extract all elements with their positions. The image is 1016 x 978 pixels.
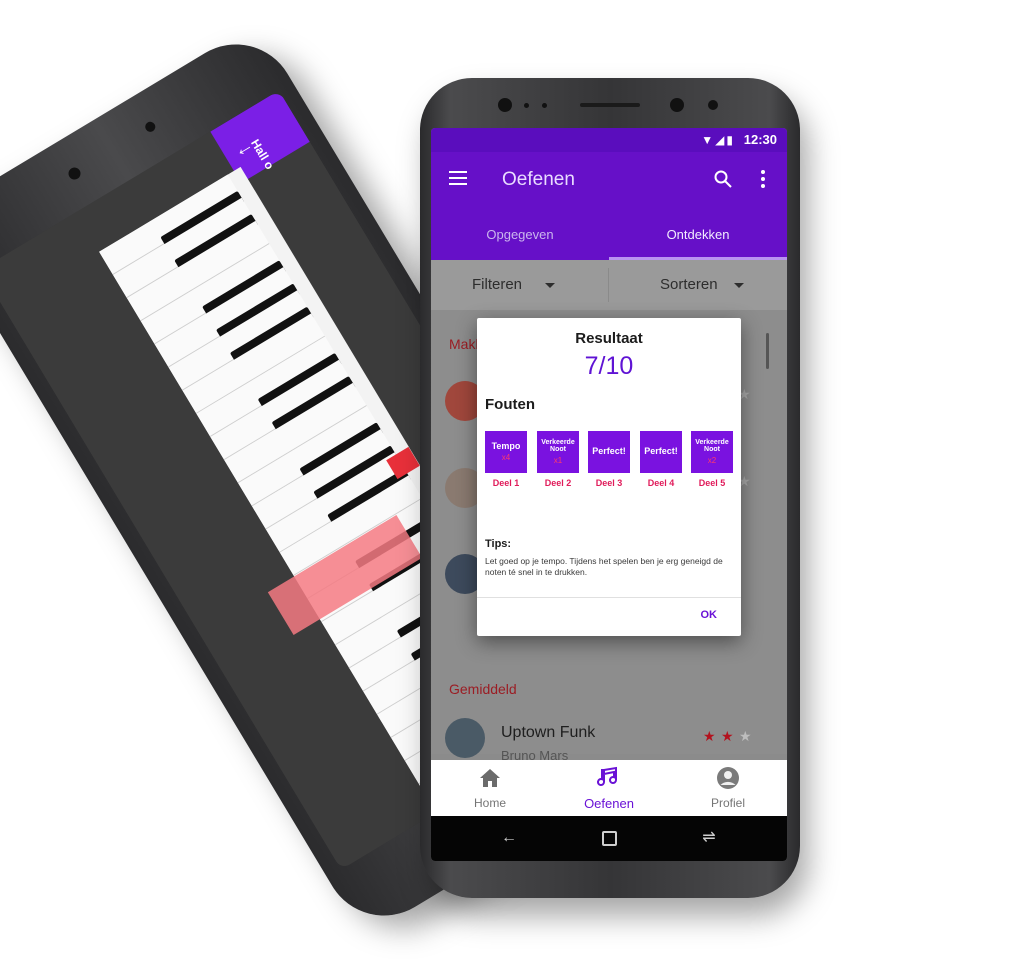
part-name: Deel 3 xyxy=(595,478,623,488)
part-result-3[interactable]: Perfect! Deel 3 xyxy=(588,431,630,488)
sensor-dot xyxy=(524,103,529,108)
front-phone: ▼◢▮ 12:30 Oefenen Opgegeven Ontdekken Fi… xyxy=(420,78,800,898)
front-camera xyxy=(498,98,512,112)
part-name: Deel 2 xyxy=(544,478,572,488)
iris-scanner xyxy=(670,98,684,112)
menu-icon[interactable] xyxy=(449,171,467,185)
phone-top-bezel xyxy=(420,78,800,128)
nav-item-home[interactable]: Home xyxy=(431,760,549,816)
star-icon: ★ xyxy=(703,728,716,744)
part-label: Perfect! xyxy=(592,446,626,457)
avatar xyxy=(445,718,485,758)
music-note-icon xyxy=(597,766,618,786)
nav-item-oefenen[interactable]: Oefenen xyxy=(550,760,668,816)
chevron-down-icon xyxy=(545,283,555,288)
star-icon: ★ xyxy=(721,728,734,744)
system-nav-bar: ← ⇌ xyxy=(431,816,787,861)
tab-opgegeven[interactable]: Opgegeven xyxy=(431,208,609,260)
section-header-medium: Gemiddeld xyxy=(449,681,517,697)
errors-heading: Fouten xyxy=(485,396,535,413)
home-icon xyxy=(480,769,500,787)
ok-button[interactable]: OK xyxy=(701,609,718,621)
more-vert-icon[interactable] xyxy=(760,170,766,190)
dialog-divider xyxy=(477,597,741,598)
filter-bar: Filteren Sorteren xyxy=(431,260,787,310)
piano-keyboard-layer xyxy=(0,0,460,900)
filter-label: Filteren xyxy=(472,276,523,293)
part-result-1[interactable]: Tempo x4 Deel 1 xyxy=(485,431,527,488)
status-time: 12:30 xyxy=(743,132,777,147)
part-label: Verkeerde Noot xyxy=(541,438,575,454)
scrollbar[interactable] xyxy=(766,333,769,369)
part-result-4[interactable]: Perfect! Deel 4 xyxy=(640,431,682,488)
app-bar: Oefenen xyxy=(431,152,787,208)
song-title: Uptown Funk xyxy=(501,724,596,741)
status-bar: ▼◢▮ 12:30 xyxy=(431,128,787,152)
part-name: Deel 5 xyxy=(698,478,726,488)
part-result-2[interactable]: Verkeerde Noot x1 Deel 2 xyxy=(537,431,579,488)
chevron-down-icon xyxy=(734,283,744,288)
part-count: x4 xyxy=(501,453,511,463)
star-icon: ★ xyxy=(739,728,752,744)
part-count: x1 xyxy=(553,455,563,465)
page-title: Oefenen xyxy=(502,169,575,190)
status-icons: ▼◢▮ xyxy=(701,133,735,147)
earpiece xyxy=(580,103,640,107)
profile-icon xyxy=(717,767,739,789)
back-icon[interactable]: ← xyxy=(499,828,519,848)
part-label: Tempo xyxy=(491,440,521,451)
tips-heading: Tips: xyxy=(485,538,512,550)
part-count: x2 xyxy=(707,455,717,465)
sort-label: Sorteren xyxy=(660,276,718,293)
sort-button[interactable]: Sorteren xyxy=(609,260,786,310)
part-label: Perfect! xyxy=(644,446,678,457)
part-name: Deel 1 xyxy=(492,478,520,488)
dialog-score: 7/10 xyxy=(584,352,634,380)
recents-icon[interactable]: ⇌ xyxy=(699,828,719,848)
part-result-5[interactable]: Verkeerde Noot x2 Deel 5 xyxy=(691,431,733,488)
part-name: Deel 4 xyxy=(647,478,675,488)
piano-keyboard[interactable] xyxy=(99,166,460,808)
nav-item-profiel[interactable]: Profiel xyxy=(669,760,787,816)
part-label: Verkeerde Noot xyxy=(695,438,729,454)
proximity-sensor xyxy=(708,100,718,110)
nav-label: Oefenen xyxy=(584,796,634,811)
home-square-icon[interactable] xyxy=(599,828,619,848)
nav-label: Home xyxy=(473,796,506,810)
filter-divider xyxy=(608,268,609,302)
tips-text: Let goed op je tempo. Tijdens het spelen… xyxy=(485,556,723,577)
bottom-navigation: Home Oefenen Profiel xyxy=(431,760,787,816)
phone-screen: ▼◢▮ 12:30 Oefenen Opgegeven Ontdekken Fi… xyxy=(431,128,787,861)
search-icon[interactable] xyxy=(714,170,732,188)
dialog-title: Resultaat xyxy=(575,330,643,347)
result-dialog: Resultaat 7/10 Fouten Tempo x4 Deel 1 Ver… xyxy=(477,318,741,636)
tab-bar: Opgegeven Ontdekken xyxy=(431,208,787,260)
sensor-dot xyxy=(542,103,547,108)
filter-button[interactable]: Filteren xyxy=(431,260,608,310)
nav-label: Profiel xyxy=(710,796,745,810)
tab-ontdekken[interactable]: Ontdekken xyxy=(609,208,787,260)
